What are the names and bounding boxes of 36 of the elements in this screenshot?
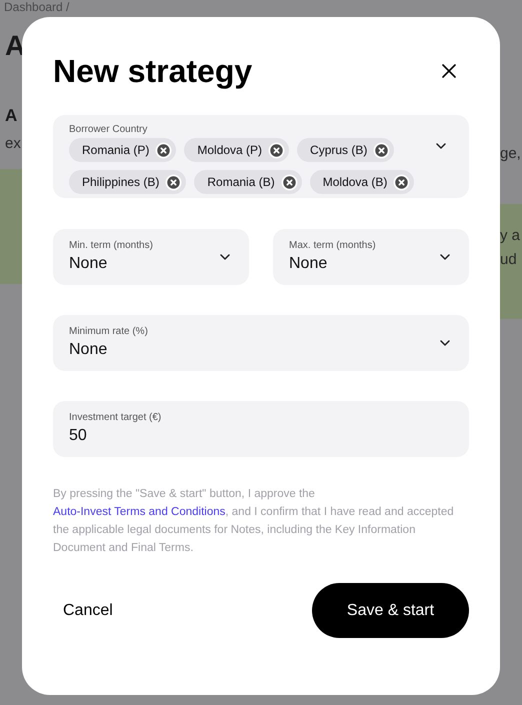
field-label: Max. term (months) (289, 239, 377, 253)
field-value: None (69, 340, 108, 360)
remove-icon[interactable] (268, 142, 286, 158)
select-field[interactable]: Min. term (months) None (53, 229, 249, 285)
remove-icon[interactable] (393, 174, 410, 190)
country-chip[interactable]: Philippines (B) (69, 170, 186, 194)
disclaimer-text: By pressing the "Save & start" button, I approve the Auto-Invest Terms and Conditions, and I confirm that I have read and accepted the applicable legal documents for Notes, including the Key Information Document and Final Terms. (53, 487, 455, 556)
country-chip[interactable]: Moldova (P) (184, 138, 290, 162)
page-text: ex (5, 134, 22, 154)
banner-text: y a (500, 226, 522, 246)
terms-link[interactable]: Auto-Invest Terms and Conditions (53, 506, 226, 518)
section-heading: A (5, 105, 18, 127)
input-field[interactable]: Investment target (€) 50 (53, 401, 469, 457)
banner-text: ud (500, 250, 518, 270)
select-field[interactable]: Minimum rate (%) None (53, 315, 469, 371)
remove-icon[interactable] (280, 174, 298, 190)
field-value: 50 (69, 426, 88, 446)
field-label: Borrower Country (69, 124, 148, 136)
remove-icon[interactable] (373, 142, 390, 158)
page-text: ge, (500, 144, 522, 164)
field-label: Investment target (€) (69, 411, 162, 425)
multi-select-field[interactable]: Borrower Country Romania (P) Moldova (P) Cyprus (B) Philippines (B) Romania (B) Moldova (B) (53, 115, 469, 198)
country-chip[interactable]: Cyprus (B) (297, 138, 394, 162)
save-start-button[interactable]: Save & start (312, 583, 469, 638)
country-chip[interactable]: Moldova (B) (310, 170, 414, 194)
remove-icon[interactable] (165, 174, 182, 190)
field-value: None (69, 254, 108, 274)
field-label: Minimum rate (%) (69, 325, 149, 339)
field-value: None (289, 254, 328, 274)
country-chip[interactable]: Romania (B) (194, 170, 302, 194)
country-chip[interactable]: Romania (P) (69, 138, 176, 162)
dialog-title: New strategy (53, 52, 252, 91)
remove-icon[interactable] (155, 142, 172, 158)
cancel-button[interactable]: Cancel (53, 583, 123, 638)
field-label: Min. term (months) (69, 239, 154, 253)
select-field[interactable]: Max. term (months) None (273, 229, 469, 285)
